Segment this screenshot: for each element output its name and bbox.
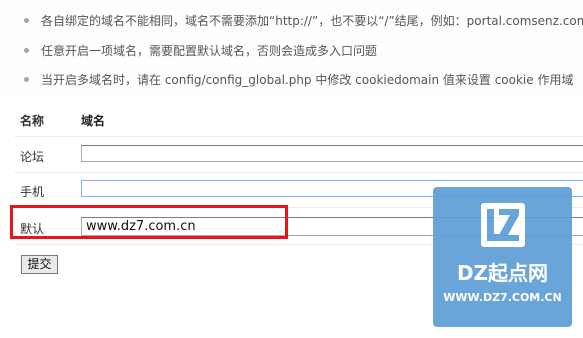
forum-domain-input[interactable] bbox=[81, 145, 583, 162]
row-label-forum: 论坛 bbox=[20, 150, 45, 164]
submit-button[interactable]: 提交 bbox=[21, 255, 58, 274]
bullet-icon bbox=[24, 77, 29, 82]
bullet-icon bbox=[24, 18, 29, 23]
header-domain: 域名 bbox=[81, 114, 106, 128]
watermark-url: WWW.DZ7.COM.CN bbox=[443, 291, 562, 304]
row-label-default: 默认 bbox=[20, 222, 45, 236]
header-name: 名称 bbox=[20, 114, 45, 128]
watermark-logo-icon bbox=[481, 203, 525, 247]
tip-item: 任意开启一项域名，需要配置默认域名，否则会造成多入口问题 bbox=[24, 42, 377, 59]
tip-item: 当开启多域名时，请在 config/config_global.php 中修改 … bbox=[24, 71, 573, 88]
table-row: 论坛 bbox=[14, 137, 583, 173]
tips-panel: 各自绑定的域名不能相同，域名不需要添加“http://”，也不要以“/”结尾，例… bbox=[0, 0, 583, 98]
row-label-mobile: 手机 bbox=[20, 185, 45, 199]
tip-text: 各自绑定的域名不能相同，域名不需要添加“http://”，也不要以“/”结尾，例… bbox=[41, 14, 583, 28]
table-header-row: 名称 域名 bbox=[14, 100, 583, 137]
lz-logo-icon bbox=[487, 209, 519, 241]
bullet-icon bbox=[24, 48, 29, 53]
watermark-title: DZ起点网 bbox=[456, 261, 549, 285]
watermark: DZ起点网 WWW.DZ7.COM.CN bbox=[433, 187, 572, 327]
tip-item: 各自绑定的域名不能相同，域名不需要添加“http://”，也不要以“/”结尾，例… bbox=[24, 12, 583, 29]
tip-text: 当开启多域名时，请在 config/config_global.php 中修改 … bbox=[41, 73, 574, 87]
tip-text: 任意开启一项域名，需要配置默认域名，否则会造成多入口问题 bbox=[41, 44, 378, 58]
